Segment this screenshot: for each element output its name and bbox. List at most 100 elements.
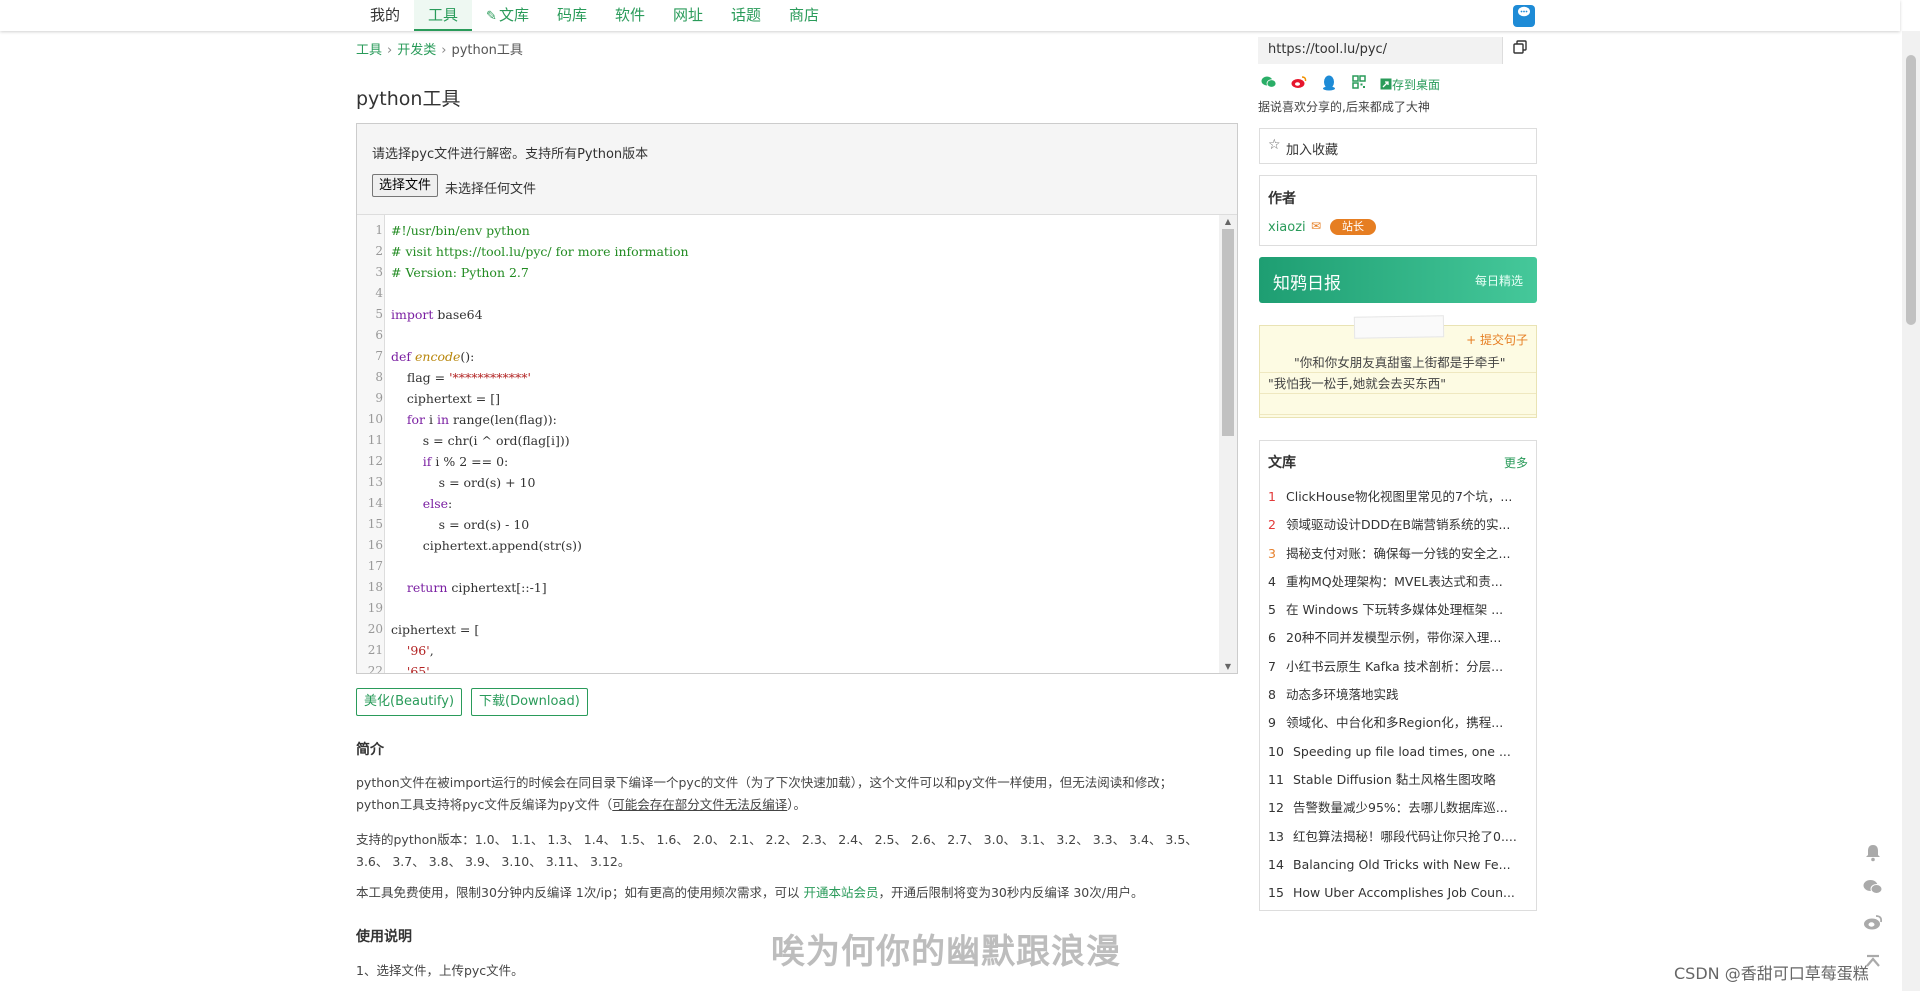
library-item[interactable]: 8 动态多环境落地实践: [1268, 681, 1530, 709]
library-item-title: 在 Windows 下玩转多媒体处理框架 ...: [1286, 602, 1504, 618]
nav-item-sites[interactable]: 网址: [659, 0, 717, 31]
quote-line-1: "你和你女朋友真甜蜜上街都是手牵手": [1260, 352, 1536, 373]
nav-item-tools[interactable]: 工具: [414, 0, 473, 31]
nav-item-label: 商店: [789, 6, 820, 24]
copy-icon[interactable]: [1502, 37, 1536, 64]
code-line: 20 ciphertext = [: [357, 619, 1217, 640]
library-item-rank: 4: [1268, 573, 1276, 589]
library-item-title: Balancing Old Tricks with New Fe...: [1293, 856, 1511, 872]
code-text: #!/usr/bin/env python: [391, 223, 530, 238]
csdn-watermark: CSDN @香甜可口草莓蛋糕: [1674, 964, 1869, 983]
download-button[interactable]: 下载(Download): [471, 688, 588, 716]
code-line: 16 ciphertext.append(str(s)): [357, 535, 1217, 556]
code-text: # Version: Python 2.7: [391, 265, 529, 280]
breadcrumb-tools[interactable]: 工具: [356, 43, 382, 58]
library-item[interactable]: 5 在 Windows 下玩转多媒体处理框架 ...: [1268, 596, 1530, 624]
membership-link[interactable]: 开通本站会员: [803, 885, 878, 900]
nav-item-code[interactable]: 码库: [543, 0, 601, 31]
library-item-title: 揭秘支付对账：确保每一分钱的安全之...: [1286, 545, 1511, 561]
wechat-icon[interactable]: [1862, 879, 1884, 901]
zhiya-daily-banner[interactable]: 知鸦日报 每日精选: [1259, 257, 1537, 303]
code-line: 18 return ciphertext[::-1]: [357, 577, 1217, 598]
editor-scrollbar-thumb[interactable]: [1222, 229, 1234, 436]
nav-item-software[interactable]: 软件: [601, 0, 659, 31]
library-item-title: 红包算法揭秘！哪段代码让你只抢了0....: [1293, 828, 1517, 844]
library-item-rank: 15: [1268, 885, 1284, 901]
breadcrumb-dev[interactable]: 开发类: [397, 43, 436, 58]
breadcrumb: 工具 › 开发类 › python工具: [356, 39, 523, 58]
beautify-button[interactable]: 美化(Beautify): [356, 688, 463, 716]
page-scrollbar-thumb[interactable]: [1906, 55, 1916, 325]
library-item[interactable]: 6 20种不同并发模型示例，带你深入理...: [1268, 624, 1530, 652]
library-item-title: 20种不同并发模型示例，带你深入理...: [1286, 630, 1502, 646]
nav-item-shop[interactable]: 商店: [775, 0, 833, 31]
code-text: '65',: [406, 664, 434, 673]
library-item-title: How Uber Accomplishes Job Coun...: [1293, 885, 1515, 901]
intro-text: 本工具免费使用，限制30分钟内反编译 1次/ip；如有更高的使用频次需求，可以: [356, 885, 804, 900]
library-item-title: 领域化、中台化和多Region化，携程...: [1286, 715, 1504, 731]
library-item[interactable]: 12 告警数量减少95%：去哪儿数据库巡...: [1268, 794, 1530, 822]
library-item[interactable]: 10 Speeding up file load times, one ...: [1268, 738, 1530, 766]
library-item[interactable]: 14 Balancing Old Tricks with New Fe...: [1268, 851, 1530, 879]
code-line: 9 ciphertext = []: [357, 388, 1217, 409]
line-number: 20: [367, 622, 383, 636]
line-number: 6: [375, 328, 383, 342]
code-text: ciphertext = [: [391, 622, 480, 637]
library-item-rank: 8: [1268, 687, 1276, 703]
page-scrollbar[interactable]: [1902, 31, 1920, 991]
library-item[interactable]: 13 红包算法揭秘！哪段代码让你只抢了0....: [1268, 823, 1530, 851]
library-item[interactable]: 9 领域化、中台化和多Region化，携程...: [1268, 709, 1530, 737]
library-heading: 文库: [1268, 455, 1296, 471]
code-lines: 1 #!/usr/bin/env python 2 # visit https://t…: [357, 220, 1217, 673]
library-item-title: Stable Diffusion 黏土风格生图攻略: [1293, 771, 1496, 787]
shortcut-icon: [1380, 78, 1392, 89]
breadcrumb-separator: ›: [387, 43, 393, 58]
code-editor[interactable]: 1 #!/usr/bin/env python 2 # visit https://t…: [357, 214, 1237, 673]
code-text: if i % 2 == 0:: [422, 454, 509, 469]
library-item[interactable]: 2 领域驱动设计DDD在B端营销系统的实...: [1268, 511, 1530, 539]
submit-sentence-link[interactable]: + 提交句子: [1466, 331, 1528, 348]
nav-item-topics[interactable]: 话题: [717, 0, 775, 31]
weibo-icon[interactable]: [1290, 75, 1308, 93]
add-favorite-button[interactable]: ☆ 加入收藏: [1259, 128, 1537, 164]
library-item-title: 告警数量减少95%：去哪儿数据库巡...: [1293, 800, 1508, 816]
library-item-rank: 10: [1268, 743, 1284, 759]
nav-item-library[interactable]: ✎ 文库: [472, 0, 543, 31]
editor-scrollbar[interactable]: ▲ ▼: [1219, 215, 1237, 673]
library-item[interactable]: 1 ClickHouse物化视图里常见的7个坑，...: [1268, 483, 1530, 511]
library-list: 1 ClickHouse物化视图里常见的7个坑，... 2 领域驱动设计DDD在B端营…: [1268, 483, 1530, 907]
code-line: 3 # Version: Python 2.7: [357, 262, 1217, 283]
quote-rule: [1260, 394, 1536, 415]
library-item-rank: 6: [1268, 630, 1276, 646]
library-more-link[interactable]: 更多: [1504, 454, 1528, 471]
qrcode-icon[interactable]: [1350, 75, 1368, 93]
wechat-icon[interactable]: [1260, 75, 1278, 93]
code-text: def encode():: [391, 349, 475, 364]
line-number: 14: [367, 496, 383, 510]
nav-items: 我的 工具 ✎ 文库 码库 软件 网址 话题 商店: [356, 0, 833, 31]
qq-icon[interactable]: [1320, 75, 1338, 93]
scroll-down-arrow-icon[interactable]: ▼: [1219, 661, 1237, 673]
library-item[interactable]: 15 How Uber Accomplishes Job Coun...: [1268, 879, 1530, 907]
line-number: 2: [375, 244, 383, 258]
scroll-up-arrow-icon[interactable]: ▲: [1219, 216, 1237, 228]
choose-file-button[interactable]: 选择文件: [372, 174, 439, 197]
weibo-icon[interactable]: [1862, 914, 1884, 936]
code-line: 5 import base64: [357, 304, 1217, 325]
library-item[interactable]: 11 Stable Diffusion 黏土风格生图攻略: [1268, 766, 1530, 794]
code-line: 11 s = chr(i ^ ord(flag[i])): [357, 430, 1217, 451]
chat-bubble-icon[interactable]: [1513, 5, 1535, 27]
code-line: 13 s = ord(s) + 10: [357, 472, 1217, 493]
author-name-link[interactable]: xiaozi: [1268, 220, 1306, 235]
library-item[interactable]: 4 重构MQ处理架构：MVEL表达式和责...: [1268, 568, 1530, 596]
code-line: 22 '65',: [357, 661, 1217, 673]
library-item[interactable]: 7 小红书云原生 Kafka 技术剖析：分层...: [1268, 653, 1530, 681]
nav-item-mine[interactable]: 我的: [356, 0, 414, 31]
mail-icon[interactable]: ✉: [1311, 219, 1321, 233]
library-item-rank: 7: [1268, 658, 1276, 674]
bell-icon[interactable]: [1862, 844, 1884, 866]
code-text: ciphertext.append(str(s)): [391, 538, 582, 553]
save-to-desktop-link[interactable]: 存到桌面: [1380, 76, 1440, 93]
library-item[interactable]: 3 揭秘支付对账：确保每一分钱的安全之...: [1268, 540, 1530, 568]
quote-line-2: "我怕我一松手,她就会去买东西": [1260, 373, 1536, 394]
